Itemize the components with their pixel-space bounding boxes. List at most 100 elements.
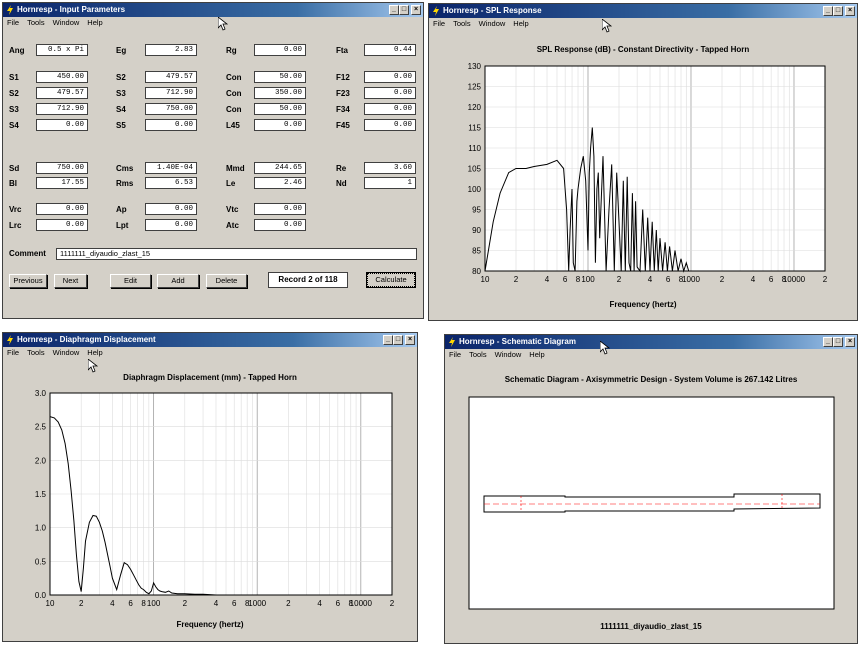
param-field[interactable]: 1: [364, 177, 416, 189]
schem-window-titlebar[interactable]: Hornresp - Schematic Diagram _ □ ×: [445, 335, 857, 349]
param-field[interactable]: 350.00: [254, 87, 306, 99]
menu-window[interactable]: Window: [479, 18, 506, 29]
y-tick-label: 2.0: [35, 456, 47, 465]
param-field[interactable]: 0.5 x Pi: [36, 44, 88, 56]
param-field[interactable]: 2.83: [145, 44, 197, 56]
x-tick-label: 8: [576, 275, 581, 284]
close-button[interactable]: ×: [845, 337, 855, 347]
param-field[interactable]: 0.00: [254, 203, 306, 215]
x-tick-label: 2: [617, 275, 622, 284]
param-label: S4: [116, 105, 126, 114]
param-label: F12: [336, 73, 350, 82]
menu-file[interactable]: File: [433, 18, 445, 29]
disp-window-titlebar[interactable]: Hornresp - Diaphragm Displacement _ □ ×: [3, 333, 417, 347]
param-field[interactable]: 0.00: [254, 219, 306, 231]
disp-chart-area: Diaphragm Displacement (mm) - Tapped Hor…: [6, 359, 414, 638]
param-label: S5: [116, 121, 126, 130]
add-button[interactable]: Add: [157, 274, 199, 288]
param-field[interactable]: 1.40E-04: [145, 162, 197, 174]
param-label: Ang: [9, 46, 25, 55]
param-field[interactable]: 0.00: [254, 119, 306, 131]
param-field[interactable]: 479.57: [36, 87, 88, 99]
close-button[interactable]: ×: [845, 6, 855, 16]
param-field[interactable]: 750.00: [36, 162, 88, 174]
maximize-button[interactable]: □: [833, 337, 843, 347]
param-label: Cms: [116, 164, 134, 173]
minimize-button[interactable]: _: [823, 337, 833, 347]
menu-window[interactable]: Window: [495, 349, 522, 360]
param-field[interactable]: 50.00: [254, 71, 306, 83]
param-field[interactable]: 2.46: [254, 177, 306, 189]
param-label: S3: [116, 89, 126, 98]
x-tick-label: 10000: [783, 275, 806, 284]
schematic-diagram-window: Hornresp - Schematic Diagram _ □ × File …: [444, 334, 858, 644]
menu-tools[interactable]: Tools: [27, 347, 45, 358]
param-field[interactable]: 3.60: [364, 162, 416, 174]
param-field[interactable]: 0.00: [364, 71, 416, 83]
param-label: Nd: [336, 179, 347, 188]
param-field[interactable]: 0.00: [145, 119, 197, 131]
param-field[interactable]: 0.00: [36, 219, 88, 231]
menu-window[interactable]: Window: [53, 347, 80, 358]
delete-button[interactable]: Delete: [206, 274, 247, 288]
schematic-area: Schematic Diagram - Axisymmetric Design …: [448, 361, 854, 640]
x-tick-label: 1000: [682, 275, 700, 284]
param-field[interactable]: 0.00: [145, 203, 197, 215]
menu-tools[interactable]: Tools: [469, 349, 487, 360]
schematic-drawing: [468, 396, 835, 610]
param-label: Con: [226, 73, 242, 82]
menu-tools[interactable]: Tools: [453, 18, 471, 29]
x-tick-label: 2: [823, 275, 828, 284]
x-tick-label: 4: [648, 275, 653, 284]
minimize-button[interactable]: _: [823, 6, 833, 16]
next-button[interactable]: Next: [54, 274, 87, 288]
param-field[interactable]: 50.00: [254, 103, 306, 115]
param-label: S1: [9, 73, 19, 82]
param-label: Con: [226, 105, 242, 114]
x-tick-label: 10: [46, 599, 55, 608]
menu-help[interactable]: Help: [513, 18, 528, 29]
param-field[interactable]: 0.00: [145, 219, 197, 231]
comment-field[interactable]: 1111111_diyaudio_zlast_15: [56, 248, 417, 260]
menu-help[interactable]: Help: [529, 349, 544, 360]
previous-button[interactable]: Previous: [9, 274, 47, 288]
param-label: S4: [9, 121, 19, 130]
window-title: Hornresp - Schematic Diagram: [459, 337, 576, 346]
maximize-button[interactable]: □: [393, 335, 403, 345]
x-tick-label: 2: [183, 599, 188, 608]
param-field[interactable]: 0.44: [364, 44, 416, 56]
param-field[interactable]: 0.00: [36, 119, 88, 131]
param-field[interactable]: 17.55: [36, 177, 88, 189]
menu-file[interactable]: File: [449, 349, 461, 360]
param-field[interactable]: 479.57: [145, 71, 197, 83]
y-tick-label: 3.0: [35, 389, 47, 398]
param-field[interactable]: 6.53: [145, 177, 197, 189]
menu-help[interactable]: Help: [87, 347, 102, 358]
param-field[interactable]: 0.00: [364, 87, 416, 99]
param-field[interactable]: 244.65: [254, 162, 306, 174]
calculate-button[interactable]: Calculate: [366, 272, 416, 288]
param-field[interactable]: 0.00: [254, 44, 306, 56]
param-label: Lrc: [9, 221, 22, 230]
param-field[interactable]: 450.00: [36, 71, 88, 83]
menu-file[interactable]: File: [7, 347, 19, 358]
maximize-button[interactable]: □: [833, 6, 843, 16]
spl-window-titlebar[interactable]: Hornresp - SPL Response _ □ ×: [429, 4, 857, 18]
param-field[interactable]: 0.00: [36, 203, 88, 215]
param-field[interactable]: 0.00: [364, 103, 416, 115]
param-field[interactable]: 712.90: [36, 103, 88, 115]
x-tick-label: 1000: [248, 599, 266, 608]
y-tick-label: 85: [472, 247, 481, 256]
displacement-chart: 0.00.51.01.52.02.53.010 2 4 6 8 100 2 4 6 81000 2 4…: [35, 389, 395, 608]
param-field[interactable]: 750.00: [145, 103, 197, 115]
menu-bar: File Tools Window Help: [429, 18, 857, 29]
param-field[interactable]: 712.90: [145, 87, 197, 99]
param-label: Vrc: [9, 205, 22, 214]
mouse-cursor-icon: [600, 341, 610, 355]
param-field[interactable]: 0.00: [364, 119, 416, 131]
param-label: F45: [336, 121, 350, 130]
edit-button[interactable]: Edit: [110, 274, 151, 288]
chart-title: Diaphragm Displacement (mm) - Tapped Hor…: [123, 373, 297, 382]
close-button[interactable]: ×: [405, 335, 415, 345]
minimize-button[interactable]: _: [383, 335, 393, 345]
